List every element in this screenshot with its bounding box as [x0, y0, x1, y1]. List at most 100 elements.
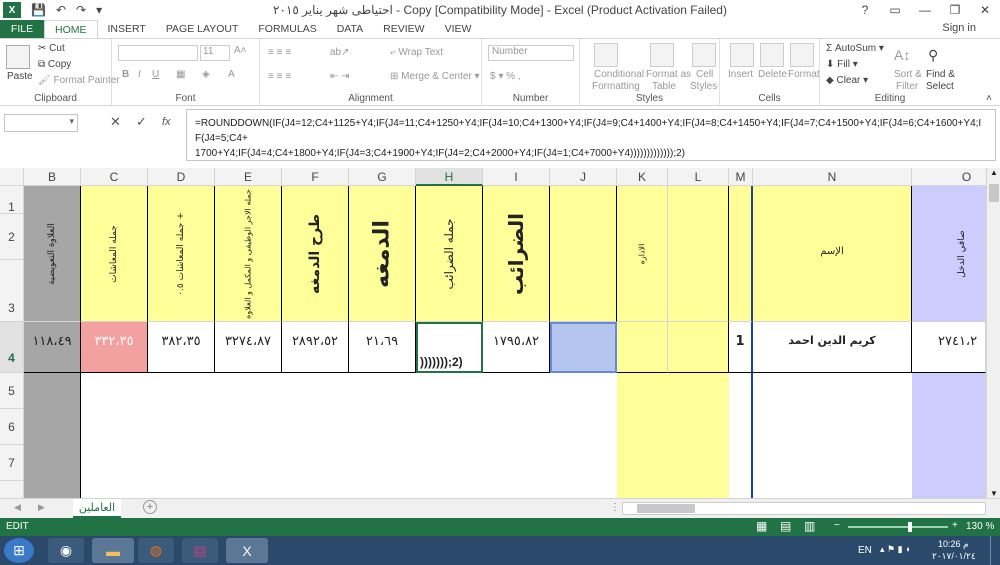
- clock-date[interactable]: ٢٠١٧/٠١/٢٤: [932, 551, 976, 562]
- scroll-thumb[interactable]: [989, 184, 999, 202]
- firefox-icon[interactable]: ◍: [138, 538, 174, 563]
- cancel-icon[interactable]: ✕: [110, 114, 121, 130]
- delete-cells-button[interactable]: Delete: [758, 69, 787, 80]
- header-cell-l[interactable]: [668, 186, 729, 322]
- scroll-up-icon[interactable]: ▲: [990, 168, 998, 177]
- next-sheet-icon[interactable]: ▶: [38, 502, 45, 513]
- column-header-j[interactable]: J: [550, 168, 617, 186]
- language-indicator[interactable]: EN: [858, 545, 872, 556]
- header-cell-c[interactable]: جمله المعاشات: [81, 186, 148, 322]
- row-header-7[interactable]: 7: [0, 445, 24, 481]
- align-top-icon[interactable]: ≡ ≡ ≡: [268, 47, 291, 58]
- clear-button[interactable]: ◆ Clear ▾: [826, 75, 868, 86]
- cell-c4[interactable]: ٣٣٢،٣٥: [81, 322, 148, 373]
- column-header-g[interactable]: G: [349, 168, 416, 186]
- find-select-button[interactable]: Find &: [926, 69, 955, 80]
- cell-j4-referenced[interactable]: [550, 322, 617, 373]
- close-button[interactable]: ✕: [970, 0, 1000, 20]
- tab-data[interactable]: DATA: [327, 20, 373, 38]
- file-explorer-icon[interactable]: ▬: [92, 538, 134, 563]
- column-header-n[interactable]: N: [753, 168, 912, 186]
- underline-icon[interactable]: U: [152, 69, 159, 80]
- zoom-slider-thumb[interactable]: [908, 522, 912, 532]
- zoom-in-icon[interactable]: +: [952, 520, 958, 531]
- collapse-ribbon-icon[interactable]: ˄: [986, 93, 992, 104]
- column-b-lower[interactable]: [24, 373, 81, 498]
- fill-color-icon[interactable]: ◈: [202, 69, 210, 80]
- column-header-h[interactable]: H: [416, 168, 483, 186]
- borders-icon[interactable]: ▦: [176, 69, 185, 80]
- row-header-1[interactable]: 1: [0, 186, 24, 214]
- fill-button[interactable]: ⬇ Fill ▾: [826, 59, 858, 70]
- zoom-level[interactable]: 130 %: [966, 521, 994, 532]
- conditional-formatting-button[interactable]: Conditional: [594, 69, 644, 80]
- header-cell-o[interactable]: صافي الدخل: [912, 186, 986, 322]
- undo-icon[interactable]: ↶: [56, 3, 66, 17]
- cell-n4[interactable]: كريم الدين احمد: [753, 322, 912, 373]
- minimize-button[interactable]: —: [910, 0, 940, 20]
- grow-font-icon[interactable]: A˄: [234, 45, 247, 56]
- wrap-text-button[interactable]: ⤶ Wrap Text: [390, 47, 443, 58]
- cell-b4[interactable]: ١١٨،٤٩: [24, 322, 81, 373]
- cell-g4[interactable]: ٢١،٦٩: [349, 322, 416, 373]
- vertical-scrollbar[interactable]: ▲ ▼: [986, 168, 1000, 498]
- normal-view-icon[interactable]: ▦: [756, 519, 767, 533]
- row-header-8[interactable]: [0, 481, 24, 498]
- binoculars-icon[interactable]: ⚲: [928, 47, 938, 64]
- column-header-m[interactable]: M: [729, 168, 753, 186]
- sheet-tab-active[interactable]: العاملين: [73, 499, 121, 518]
- font-color-icon[interactable]: A: [228, 69, 235, 80]
- cut-button[interactable]: ✂ Cut: [38, 43, 65, 54]
- cell-k4[interactable]: [617, 322, 668, 373]
- cell-m4[interactable]: 1: [729, 322, 753, 373]
- format-cells-button[interactable]: Format: [788, 69, 820, 80]
- restore-button[interactable]: ❐: [940, 0, 970, 20]
- column-header-k[interactable]: K: [617, 168, 668, 186]
- horizontal-scrollbar[interactable]: [622, 502, 986, 515]
- cell-d4[interactable]: ٣٨٢،٣٥: [148, 322, 215, 373]
- zoom-out-icon[interactable]: −: [834, 520, 840, 531]
- zoom-slider[interactable]: [848, 522, 948, 532]
- conditional-formatting-icon[interactable]: [594, 43, 618, 67]
- format-painter-button[interactable]: 🖌 Format Painter: [38, 75, 120, 86]
- tab-page-layout[interactable]: PAGE LAYOUT: [156, 20, 249, 38]
- copy-button[interactable]: ⧉ Copy: [38, 59, 71, 70]
- header-cell-b[interactable]: العلاوة التعويضية: [24, 186, 81, 322]
- paste-button[interactable]: Paste: [7, 71, 33, 82]
- enter-icon[interactable]: ✓: [136, 114, 147, 130]
- tab-formulas[interactable]: FORMULAS: [248, 20, 326, 38]
- name-box[interactable]: [4, 114, 78, 132]
- header-cell-m[interactable]: [729, 186, 753, 322]
- cell-e4[interactable]: ٣٢٧٤،٨٧: [215, 322, 282, 373]
- header-cell-e[interactable]: جمله الاجر الوظيفى و المكمل و العلاوه: [215, 186, 282, 322]
- sort-filter-icon[interactable]: A↕: [894, 47, 910, 63]
- page-break-view-icon[interactable]: ▥: [804, 519, 815, 533]
- align-left-icon[interactable]: ≡ ≡ ≡: [268, 71, 291, 82]
- column-header-o[interactable]: O: [912, 168, 986, 186]
- row-header-6[interactable]: 6: [0, 409, 24, 445]
- indent-icon[interactable]: ⇤ ⇥: [330, 71, 350, 82]
- column-header-d[interactable]: D: [148, 168, 215, 186]
- header-cell-d[interactable]: جمله المعاشات ٠.٥ +: [148, 186, 215, 322]
- header-cell-n[interactable]: الإسم: [753, 186, 912, 322]
- format-as-table-icon[interactable]: [650, 43, 674, 67]
- horizontal-scroll-thumb[interactable]: [637, 504, 695, 513]
- ribbon-display-icon[interactable]: ▭: [880, 0, 910, 20]
- column-header-i[interactable]: I: [483, 168, 550, 186]
- column-header-e[interactable]: E: [215, 168, 282, 186]
- show-desktop-button[interactable]: [990, 536, 1000, 565]
- prev-sheet-icon[interactable]: ◀: [14, 502, 21, 513]
- cell-l4[interactable]: [668, 322, 729, 373]
- cell-f4[interactable]: ٢٨٩٢،٥٢: [282, 322, 349, 373]
- paste-icon[interactable]: [6, 45, 30, 69]
- tab-review[interactable]: REVIEW: [373, 20, 434, 38]
- tab-insert[interactable]: INSERT: [98, 20, 156, 38]
- tab-home[interactable]: HOME: [44, 20, 98, 38]
- header-cell-i[interactable]: الضرائب: [483, 186, 550, 322]
- font-size-box[interactable]: 11: [200, 45, 230, 61]
- column-header-f[interactable]: F: [282, 168, 349, 186]
- number-format-dropdown[interactable]: Number: [488, 45, 574, 61]
- header-cell-h[interactable]: جمله الضرائب: [416, 186, 483, 322]
- row-header-2[interactable]: 2: [0, 214, 24, 260]
- row-header-5[interactable]: 5: [0, 373, 24, 409]
